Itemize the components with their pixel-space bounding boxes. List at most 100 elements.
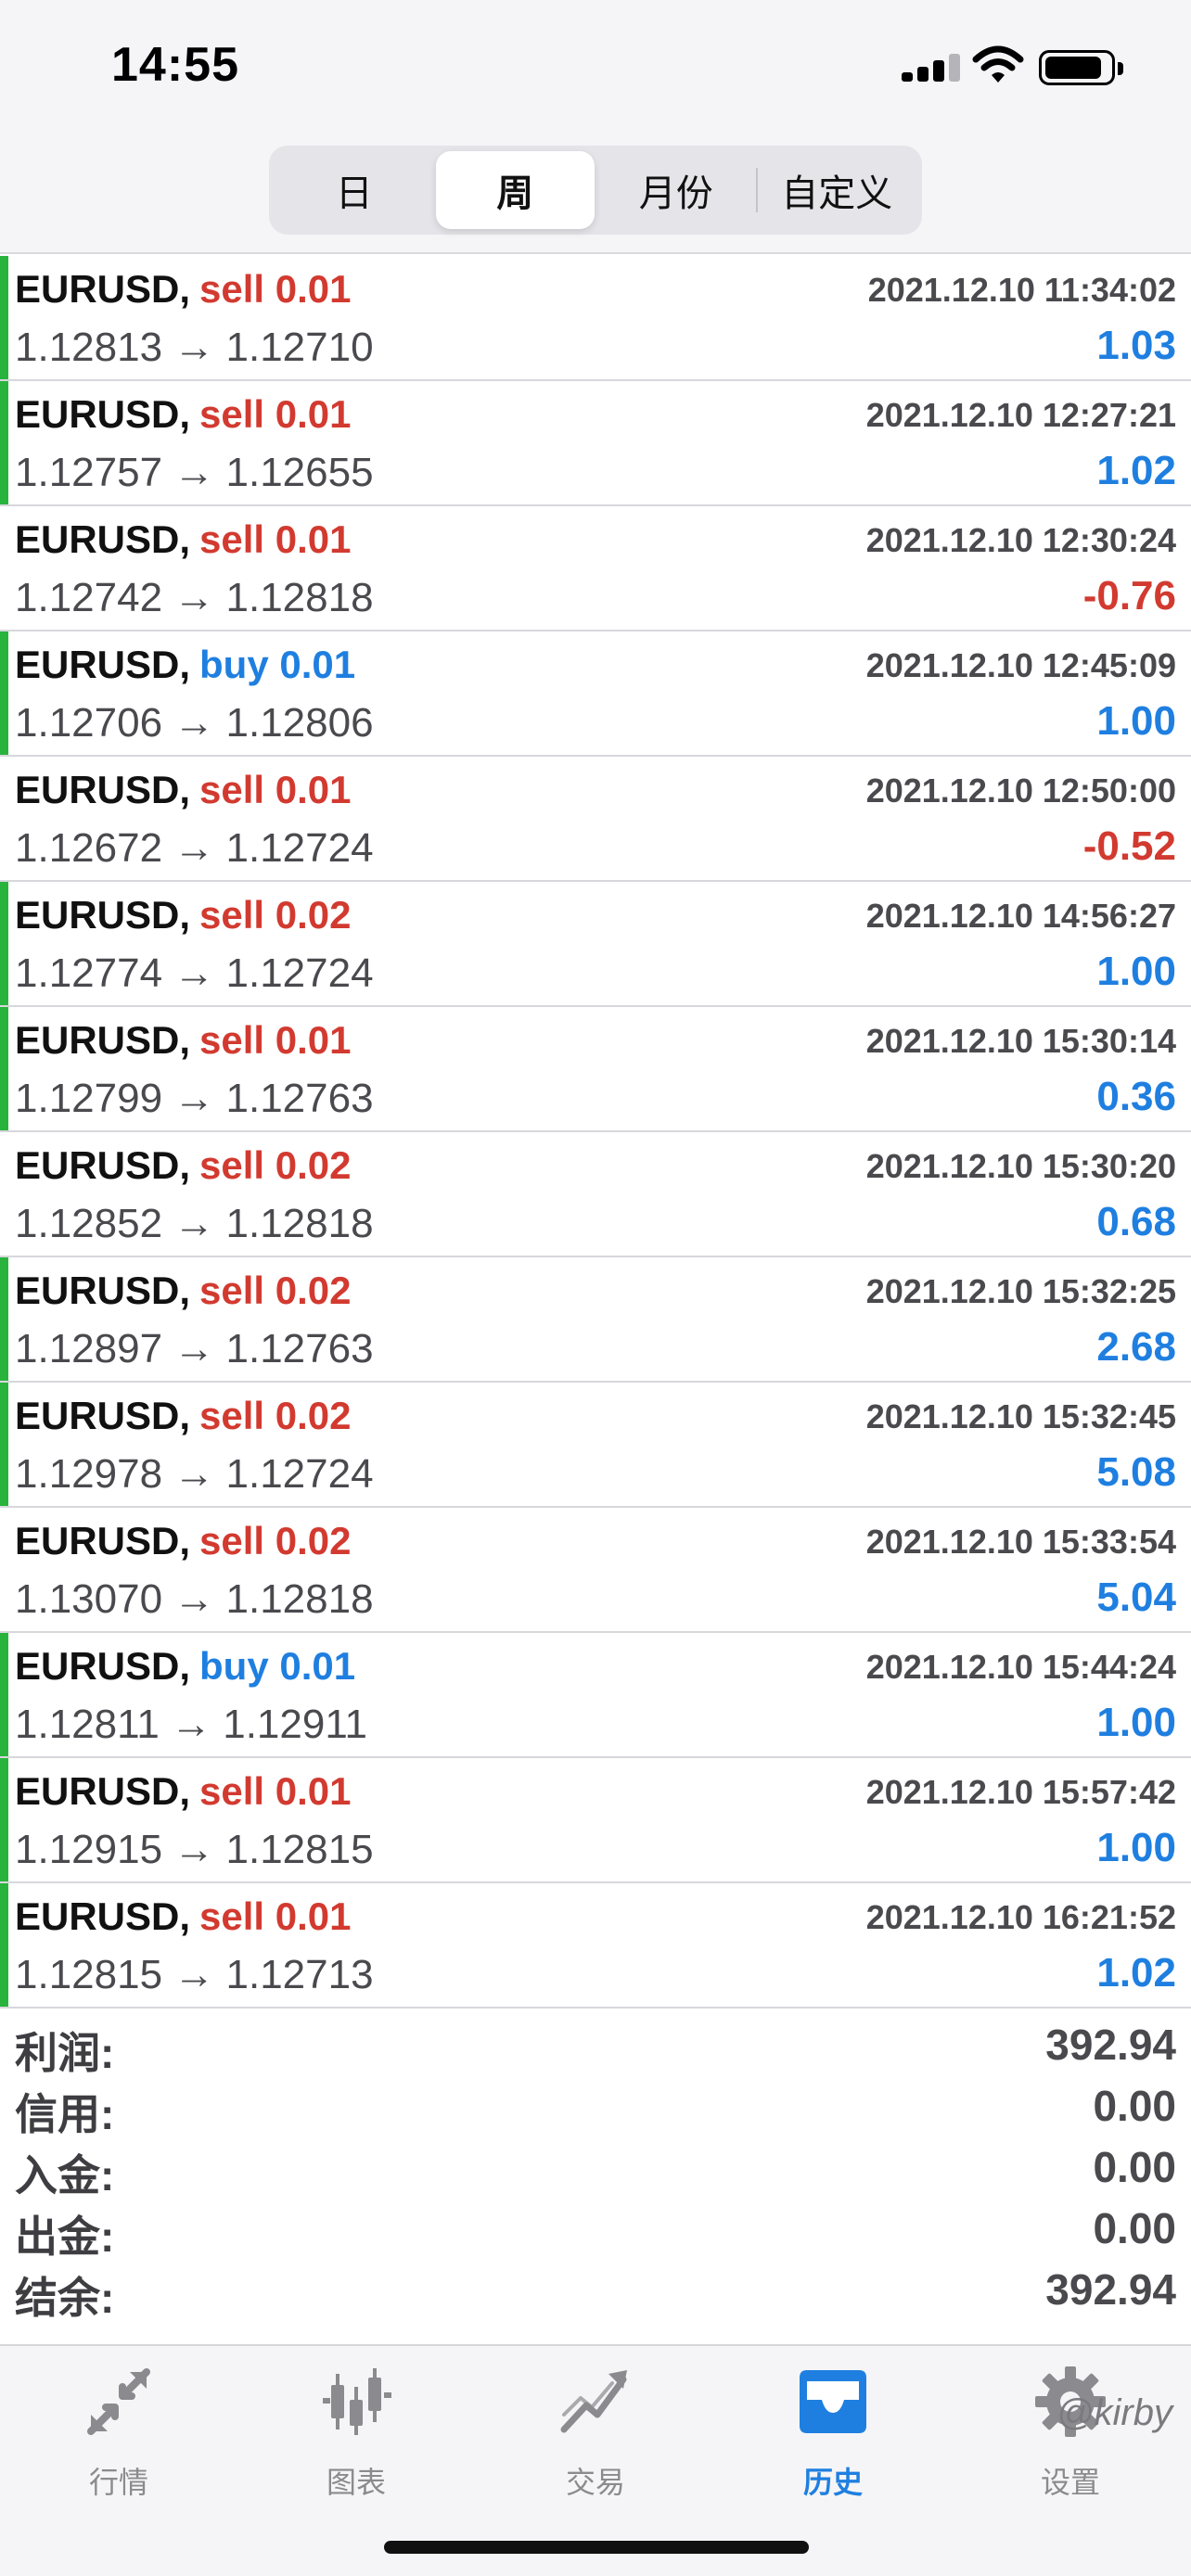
deal-title: EURUSD, sell 0.01: [15, 768, 352, 812]
deal-prices: 1.12811 → 1.12911: [15, 1702, 368, 1747]
deal-side-volume: sell 0.02: [199, 1394, 352, 1437]
deal-prices: 1.13070 → 1.12818: [15, 1576, 374, 1622]
deal-status-bar: [0, 1132, 8, 1256]
deal-side-volume: sell 0.02: [199, 1269, 352, 1312]
summary-value: 0.00: [1093, 2143, 1176, 2191]
deal-side-volume: sell 0.01: [199, 1018, 352, 1062]
deal-symbol: EURUSD,: [15, 643, 191, 686]
deal-status-bar: [0, 1758, 8, 1881]
deal-prices: 1.12813 → 1.12710: [15, 325, 374, 370]
deal-side-volume: sell 0.01: [199, 768, 352, 811]
tab-label: 历史: [802, 2466, 863, 2499]
deal-prices: 1.12799 → 1.12763: [15, 1076, 374, 1121]
history-tray-icon: [800, 2370, 866, 2433]
deal-profit: 1.00: [1096, 1825, 1176, 1870]
summary-balance: 结余: 392.94: [0, 2257, 1191, 2322]
deal-profit: 1.02: [1096, 448, 1176, 493]
deal-profit: 1.00: [1096, 1700, 1176, 1745]
candlestick-chart-icon: [323, 2368, 391, 2435]
deal-row[interactable]: EURUSD, sell 0.02 2021.12.10 15:30:20 1.128…: [0, 1132, 1191, 1257]
summary-label: 信用:: [15, 2090, 115, 2138]
deal-side-volume: sell 0.01: [199, 267, 352, 311]
deal-symbol: EURUSD,: [15, 1894, 191, 1938]
summary-value: 0.00: [1093, 2082, 1176, 2130]
deal-side-volume: sell 0.01: [199, 392, 352, 436]
deal-title: EURUSD, sell 0.01: [15, 517, 352, 562]
summary-withdrawal: 出金: 0.00: [0, 2196, 1191, 2261]
deal-symbol: EURUSD,: [15, 1269, 191, 1312]
tab-label: 设置: [1040, 2466, 1100, 2499]
summary-profit: 利润: 392.94: [0, 2012, 1191, 2077]
deal-row[interactable]: EURUSD, sell 0.02 2021.12.10 14:56:27 1.127…: [0, 882, 1191, 1007]
deal-time: 2021.12.10 15:44:24: [865, 1648, 1176, 1686]
summary-value: 392.94: [1045, 2265, 1176, 2314]
deal-row[interactable]: EURUSD, sell 0.01 2021.12.10 15:30:14 1.127…: [0, 1007, 1191, 1132]
deal-status-bar: [0, 381, 8, 504]
deal-title: EURUSD, sell 0.01: [15, 1769, 352, 1814]
deal-time: 2021.12.10 15:33:54: [865, 1523, 1176, 1561]
tab-charts[interactable]: 图表: [282, 2365, 430, 2504]
deal-status-bar: [0, 631, 8, 755]
period-tab-day[interactable]: 日: [275, 151, 434, 229]
home-indicator[interactable]: [384, 2541, 809, 2554]
deal-row[interactable]: EURUSD, sell 0.01 2021.12.10 12:30:24 1.127…: [0, 506, 1191, 631]
deal-row[interactable]: EURUSD, sell 0.01 2021.12.10 11:34:02 1.128…: [0, 256, 1191, 381]
deal-row[interactable]: EURUSD, sell 0.02 2021.12.10 15:32:45 1.129…: [0, 1383, 1191, 1508]
summary-value: 392.94: [1045, 2021, 1176, 2069]
deal-row[interactable]: EURUSD, sell 0.02 2021.12.10 15:33:54 1.130…: [0, 1508, 1191, 1633]
deal-symbol: EURUSD,: [15, 1644, 191, 1688]
deal-prices: 1.12757 → 1.12655: [15, 450, 374, 495]
wifi-icon: [972, 45, 1024, 83]
tab-label: 交易: [565, 2466, 625, 2499]
deal-prices: 1.12774 → 1.12724: [15, 950, 374, 996]
battery-icon: [1039, 50, 1123, 85]
deal-symbol: EURUSD,: [15, 1018, 191, 1062]
deal-profit: -0.76: [1082, 573, 1176, 618]
tab-history[interactable]: 历史: [759, 2365, 907, 2504]
deal-row[interactable]: EURUSD, sell 0.02 2021.12.10 15:32:25 1.128…: [0, 1257, 1191, 1383]
deal-status-bar: [0, 256, 8, 379]
tab-label: 图表: [326, 2466, 386, 2499]
deal-side-volume: sell 0.01: [199, 517, 352, 561]
deal-history-list: EURUSD, sell 0.01 2021.12.10 11:34:02 1.128…: [0, 256, 1191, 2009]
deal-side-volume: sell 0.02: [199, 1143, 352, 1187]
deal-side-volume: sell 0.02: [199, 1519, 352, 1562]
deal-status-bar: [0, 1007, 8, 1130]
deal-profit: 1.02: [1096, 1950, 1176, 1996]
tab-settings[interactable]: 设置: [996, 2365, 1145, 2504]
deal-side-volume: sell 0.01: [199, 1769, 352, 1813]
period-tab-month[interactable]: 月份: [596, 151, 756, 229]
arrows-quotes-icon: [87, 2368, 150, 2435]
deal-status-bar: [0, 506, 8, 630]
deal-prices: 1.12672 → 1.12724: [15, 825, 374, 871]
deal-row[interactable]: EURUSD, sell 0.01 2021.12.10 12:27:21 1.127…: [0, 381, 1191, 506]
deal-symbol: EURUSD,: [15, 893, 191, 937]
tab-quotes[interactable]: 行情: [45, 2365, 193, 2504]
deal-status-bar: [0, 757, 8, 880]
summary-value: 0.00: [1093, 2204, 1176, 2252]
deal-profit: 1.00: [1096, 949, 1176, 994]
history-screen: 14:55 日 周 月份 自定义 EURUSD, sell 0.01 2021.12…: [0, 0, 1191, 2576]
deal-time: 2021.12.10 12:45:09: [865, 646, 1176, 684]
deal-row[interactable]: EURUSD, sell 0.01 2021.12.10 15:57:42 1.129…: [0, 1758, 1191, 1883]
deal-row[interactable]: EURUSD, sell 0.01 2021.12.10 12:50:00 1.126…: [0, 757, 1191, 882]
period-tab-custom[interactable]: 自定义: [758, 151, 917, 229]
deal-profit: 5.04: [1096, 1575, 1176, 1620]
deal-symbol: EURUSD,: [15, 517, 191, 561]
deal-prices: 1.12852 → 1.12818: [15, 1201, 374, 1246]
watermark: @kirby: [1056, 2392, 1172, 2433]
tab-trade[interactable]: 交易: [521, 2365, 670, 2504]
deal-row[interactable]: EURUSD, buy 0.01 2021.12.10 12:45:09 1.1270…: [0, 631, 1191, 757]
period-tab-week[interactable]: 周: [435, 151, 595, 229]
deal-row[interactable]: EURUSD, sell 0.01 2021.12.10 16:21:52 1.128…: [0, 1883, 1191, 2009]
deal-symbol: EURUSD,: [15, 1519, 191, 1562]
deal-prices: 1.12978 → 1.12724: [15, 1451, 374, 1497]
status-time: 14:55: [111, 38, 239, 92]
deal-row[interactable]: EURUSD, buy 0.01 2021.12.10 15:44:24 1.1281…: [0, 1633, 1191, 1758]
deal-symbol: EURUSD,: [15, 768, 191, 811]
deal-title: EURUSD, sell 0.02: [15, 1269, 352, 1313]
deal-status-bar: [0, 1883, 8, 2007]
period-segmented-control: 日 周 月份 自定义: [269, 146, 922, 235]
deal-prices: 1.12897 → 1.12763: [15, 1326, 374, 1371]
deal-time: 2021.12.10 15:32:25: [865, 1272, 1176, 1310]
